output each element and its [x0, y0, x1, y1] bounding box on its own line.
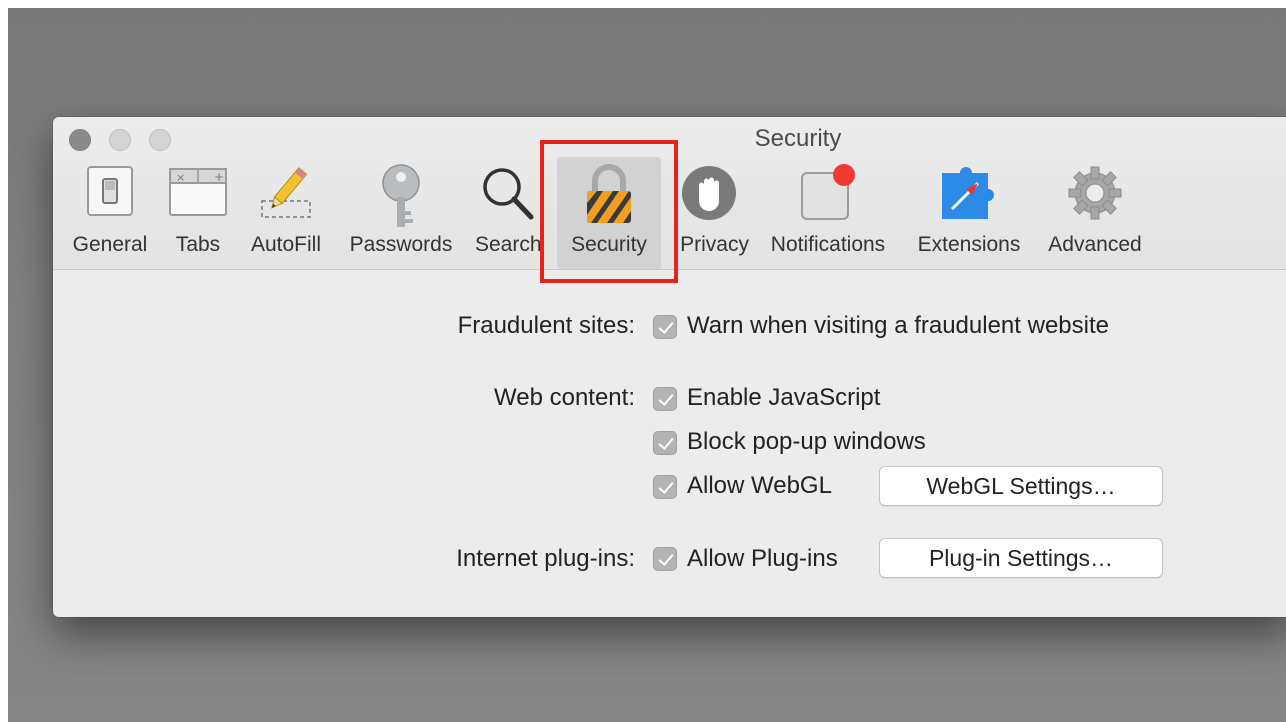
web-content-label: Web content:: [494, 384, 635, 411]
tab-search[interactable]: Search: [469, 157, 545, 269]
tab-label: Tabs: [175, 233, 221, 256]
warn-fraudulent-checkbox[interactable]: [653, 315, 677, 339]
tab-passwords[interactable]: Passwords: [341, 157, 461, 269]
tab-notifications[interactable]: Notifications: [757, 157, 899, 269]
warn-fraudulent-option: Warn when visiting a fraudulent website: [687, 312, 1109, 339]
hand-stop-icon: [679, 163, 739, 228]
key-icon: [377, 163, 425, 236]
svg-text:×: ×: [176, 171, 185, 184]
tab-general[interactable]: General: [63, 157, 157, 269]
enable-javascript-option: Enable JavaScript: [687, 384, 881, 411]
allow-webgl-checkbox[interactable]: [653, 475, 677, 499]
tabs-window-icon: × +: [168, 163, 228, 224]
tab-advanced[interactable]: Advanced: [1039, 157, 1151, 269]
allow-plugins-checkbox[interactable]: [653, 547, 677, 571]
allow-plugins-option: Allow Plug-ins: [687, 545, 838, 572]
preferences-window: Security General × + Tabs AutoFill Passw…: [53, 117, 1286, 617]
tab-label: Extensions: [917, 233, 1021, 256]
puzzle-compass-icon: [936, 163, 1002, 228]
tab-label: Advanced: [1048, 233, 1142, 256]
internet-plugins-label: Internet plug-ins:: [456, 545, 635, 572]
block-popups-checkbox[interactable]: [653, 431, 677, 455]
allow-webgl-option: Allow WebGL: [687, 472, 832, 499]
tab-label: AutoFill: [250, 233, 322, 256]
plugin-settings-button[interactable]: Plug-in Settings…: [879, 538, 1163, 578]
magnifier-icon: [477, 163, 537, 228]
tab-label: Privacy: [680, 233, 749, 256]
tab-privacy[interactable]: Privacy: [665, 157, 749, 269]
tab-security[interactable]: Security: [557, 157, 661, 269]
block-popups-option: Block pop-up windows: [687, 428, 926, 455]
window-title: Security: [754, 125, 842, 152]
padlock-icon: [581, 163, 637, 232]
gear-icon: [1065, 163, 1125, 228]
general-switch-icon: [84, 163, 136, 224]
toolbar: Security General × + Tabs AutoFill Passw…: [53, 117, 1286, 270]
tab-tabs[interactable]: × + Tabs: [163, 157, 233, 269]
tab-label: Passwords: [349, 233, 453, 256]
fraudulent-sites-label: Fraudulent sites:: [457, 312, 635, 339]
notification-badge-icon: [796, 163, 860, 228]
tab-autofill[interactable]: AutoFill: [241, 157, 331, 269]
tab-label: Search: [475, 233, 542, 256]
tab-label: Notifications: [770, 233, 886, 256]
svg-text:+: +: [214, 170, 224, 184]
tab-label: Security: [571, 233, 647, 256]
webgl-settings-button[interactable]: WebGL Settings…: [879, 466, 1163, 506]
tab-extensions[interactable]: Extensions: [907, 157, 1031, 269]
pencil-icon: [256, 163, 316, 228]
tab-label: General: [72, 233, 148, 256]
enable-javascript-checkbox[interactable]: [653, 387, 677, 411]
